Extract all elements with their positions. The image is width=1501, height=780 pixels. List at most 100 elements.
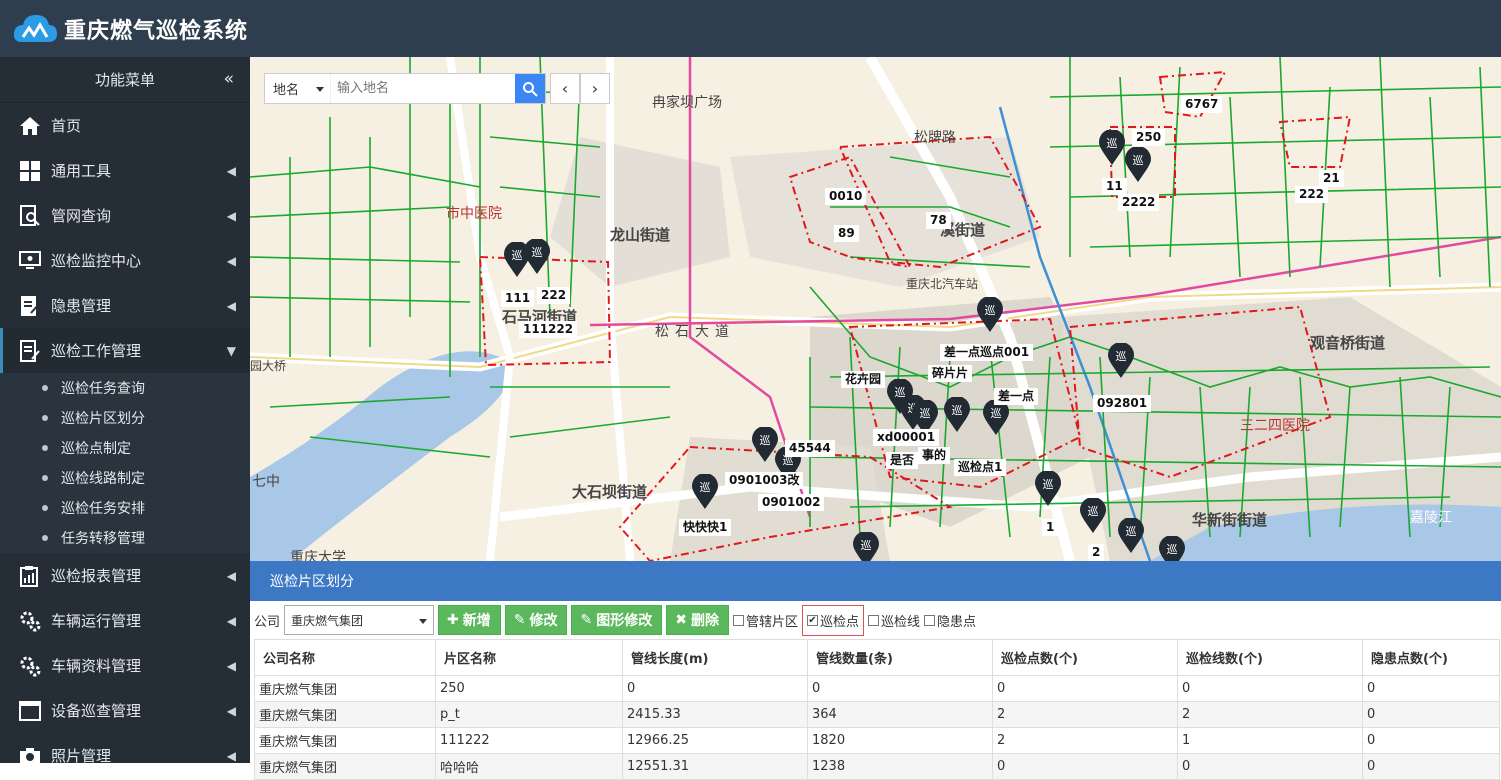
table-cell: 哈哈哈 bbox=[435, 753, 623, 780]
table-cell: 12551.31 bbox=[622, 753, 808, 780]
column-header[interactable]: 巡检线数(个) bbox=[1177, 639, 1363, 676]
sidebar-item-hazard[interactable]: 隐患管理 ◀ bbox=[0, 283, 250, 328]
column-header[interactable]: 管线长度(m) bbox=[622, 639, 808, 676]
sidebar-item-equipment[interactable]: 设备巡查管理 ◀ bbox=[0, 688, 250, 733]
map-back-button[interactable]: ‹ bbox=[550, 73, 580, 104]
table-cell: 重庆燃气集团 bbox=[254, 727, 436, 754]
inspection-point-marker[interactable]: 巡 bbox=[853, 532, 879, 561]
search-input[interactable] bbox=[331, 74, 515, 103]
map-forward-button[interactable]: › bbox=[580, 73, 610, 104]
inspection-point-marker[interactable]: 巡 bbox=[944, 397, 970, 433]
chevron-left-icon: ◀ bbox=[226, 568, 236, 583]
svg-text:巡: 巡 bbox=[760, 434, 771, 447]
table-cell: 0 bbox=[807, 675, 993, 702]
svg-text:巡: 巡 bbox=[1107, 137, 1118, 150]
place-label: 松石大道 bbox=[655, 324, 735, 340]
search-button[interactable] bbox=[515, 74, 545, 103]
inspection-point-marker[interactable]: 巡 bbox=[977, 297, 1003, 333]
sidebar-item-label: 管网查询 bbox=[51, 207, 112, 225]
sidebar-item-label: 照片管理 bbox=[51, 747, 112, 763]
checkbox-box[interactable] bbox=[924, 614, 935, 626]
column-header[interactable]: 片区名称 bbox=[435, 639, 623, 676]
table-row[interactable]: 重庆燃气集团 p_t 2415.33 364 2 2 0 bbox=[254, 701, 1500, 728]
checkbox-zone[interactable]: 管辖片区 bbox=[732, 611, 798, 630]
svg-text:巡: 巡 bbox=[1043, 478, 1054, 491]
inspection-point-marker[interactable]: 巡 bbox=[1099, 130, 1125, 166]
delete-button-label: 删除 bbox=[690, 613, 719, 629]
checkbox-hazards[interactable]: 隐患点 bbox=[924, 611, 976, 630]
company-select[interactable]: 重庆燃气集团 bbox=[284, 605, 435, 635]
svg-text:巡: 巡 bbox=[1088, 505, 1099, 518]
table-cell: 重庆燃气集团 bbox=[254, 701, 436, 728]
table-cell: 0 bbox=[1362, 727, 1500, 754]
chevron-left-icon: ◀ bbox=[226, 208, 236, 223]
delete-button[interactable]: ✖ 删除 bbox=[666, 605, 729, 635]
submenu-item-task-transfer[interactable]: 任务转移管理 bbox=[0, 523, 250, 553]
inspection-point-marker[interactable]: 巡 bbox=[692, 474, 718, 510]
inspection-point-marker[interactable]: 巡 bbox=[524, 239, 550, 275]
monitor-icon bbox=[18, 249, 42, 273]
sidebar-item-home[interactable]: 首页 bbox=[0, 103, 250, 148]
add-button[interactable]: ✚ 新增 bbox=[438, 605, 501, 635]
zone-label: 111 bbox=[501, 290, 535, 307]
search-type-value: 地名 bbox=[273, 83, 300, 98]
submenu-item-point-setup[interactable]: 巡检点制定 bbox=[0, 433, 250, 463]
inspection-point-marker[interactable]: 巡 bbox=[1125, 147, 1151, 183]
inspection-point-marker[interactable]: 巡 bbox=[1108, 343, 1134, 379]
sidebar-item-inspection-work[interactable]: 巡检工作管理 ▼ bbox=[0, 328, 250, 373]
inspection-point-marker[interactable]: 巡 bbox=[1159, 536, 1185, 561]
table-row[interactable]: 重庆燃气集团 250 0 0 0 0 0 bbox=[254, 675, 1500, 702]
inspection-point-marker[interactable]: 巡 bbox=[1035, 471, 1061, 507]
submenu-item-route-setup[interactable]: 巡检线路制定 bbox=[0, 463, 250, 493]
chevron-left-icon: ‹ bbox=[561, 79, 569, 98]
zone-label: 78 bbox=[926, 212, 951, 229]
app-title: 重庆燃气巡检系统 bbox=[64, 18, 249, 44]
zone-label: 11 bbox=[1102, 178, 1127, 195]
svg-text:巡: 巡 bbox=[952, 404, 963, 417]
search-type-dropdown[interactable]: 地名 bbox=[265, 74, 331, 103]
submenu-item-task-query[interactable]: 巡检任务查询 bbox=[0, 373, 250, 403]
table-cell: 2 bbox=[992, 727, 1178, 754]
inspection-point-marker[interactable]: 巡 bbox=[1118, 518, 1144, 554]
submenu-item-zone-division[interactable]: 巡检片区划分 bbox=[0, 403, 250, 433]
column-header[interactable]: 隐患点数(个) bbox=[1362, 639, 1500, 676]
point-label: 碎片片 bbox=[928, 365, 973, 382]
chevron-down-icon: ▼ bbox=[226, 343, 236, 358]
zone-table: 公司名称 片区名称 管线长度(m) 管线数量(条) 巡检点数(个) 巡检线数(个… bbox=[254, 639, 1500, 780]
column-header[interactable]: 管线数量(条) bbox=[807, 639, 993, 676]
sidebar-item-pipe-query[interactable]: 管网查询 ◀ bbox=[0, 193, 250, 238]
table-cell: 2 bbox=[1177, 701, 1363, 728]
submenu-item-task-arrange[interactable]: 巡检任务安排 bbox=[0, 493, 250, 523]
sidebar-item-tools[interactable]: 通用工具 ◀ bbox=[0, 148, 250, 193]
sidebar-item-monitor-center[interactable]: 巡检监控中心 ◀ bbox=[0, 238, 250, 283]
edit-button[interactable]: ✎ 修改 bbox=[504, 605, 568, 635]
svg-text:巡: 巡 bbox=[1116, 350, 1127, 363]
shape-edit-button[interactable]: ✎ 图形修改 bbox=[571, 605, 663, 635]
checkbox-box[interactable]: ✔ bbox=[806, 614, 818, 626]
sidebar-item-label: 巡检工作管理 bbox=[51, 342, 142, 360]
column-header[interactable]: 公司名称 bbox=[254, 639, 436, 676]
sidebar-item-vehicle-data[interactable]: 车辆资料管理 ◀ bbox=[0, 643, 250, 688]
svg-text:巡: 巡 bbox=[512, 249, 523, 262]
column-header[interactable]: 巡检点数(个) bbox=[992, 639, 1178, 676]
caret-down-icon bbox=[316, 87, 324, 92]
inspection-point-marker[interactable]: 巡 bbox=[1080, 498, 1106, 534]
checkbox-lines[interactable]: 巡检线 bbox=[867, 611, 920, 630]
menu-header: 功能菜单 « bbox=[0, 57, 250, 103]
collapse-sidebar-icon[interactable]: « bbox=[224, 69, 234, 89]
map-view[interactable]: 地名 ‹ › 冉家坝广场 市中医院 龙山街道 石马河街道 松石大道 松牌路 溪街… bbox=[250, 57, 1501, 561]
sidebar-item-label: 设备巡查管理 bbox=[51, 702, 142, 720]
sidebar-item-photos[interactable]: 照片管理 ◀ bbox=[0, 733, 250, 763]
table-row[interactable]: 重庆燃气集团 111222 12966.25 1820 2 1 0 bbox=[254, 727, 1500, 754]
inspection-point-marker[interactable]: 巡 bbox=[983, 400, 1009, 436]
bullet-icon bbox=[42, 535, 48, 541]
table-row[interactable]: 重庆燃气集团 哈哈哈 12551.31 1238 0 0 0 bbox=[254, 753, 1500, 780]
chevron-left-icon: ◀ bbox=[226, 658, 236, 673]
checkbox-box[interactable] bbox=[732, 614, 744, 626]
place-label: 华新街街道 bbox=[1192, 511, 1268, 529]
checkbox-box[interactable] bbox=[867, 614, 879, 626]
checkbox-points[interactable]: ✔ 巡检点 bbox=[801, 604, 864, 636]
table-cell: 0 bbox=[1177, 753, 1363, 780]
sidebar-item-report[interactable]: 巡检报表管理 ◀ bbox=[0, 553, 250, 598]
sidebar-item-vehicle-run[interactable]: 车辆运行管理 ◀ bbox=[0, 598, 250, 643]
